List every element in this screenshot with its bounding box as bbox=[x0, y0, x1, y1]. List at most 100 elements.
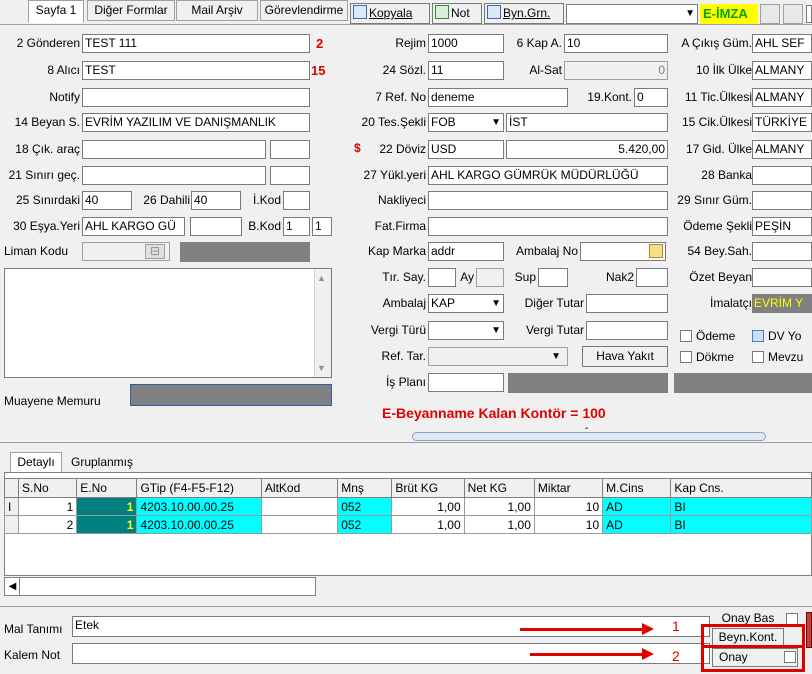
edit-icon[interactable] bbox=[649, 244, 663, 258]
kap-marka-field[interactable]: addr bbox=[428, 242, 504, 261]
grid-cell[interactable]: 10 bbox=[533, 515, 604, 534]
cik-arac-field[interactable] bbox=[82, 140, 266, 159]
imalatci-field[interactable]: EVRİM Y bbox=[752, 294, 812, 313]
grid-header-cell[interactable]: Brüt KG bbox=[391, 478, 465, 498]
sozl-field[interactable]: 11 bbox=[428, 61, 504, 80]
tab-mail-arsiv[interactable]: Mail Arşiv bbox=[176, 0, 258, 21]
grid-hscrollbar[interactable]: ◀ bbox=[4, 577, 316, 596]
alici-field[interactable]: TEST bbox=[82, 61, 310, 80]
dahili-field[interactable]: 40 bbox=[191, 191, 241, 210]
cik-arac-code-field[interactable] bbox=[270, 140, 310, 159]
mal-tanimi-field[interactable]: Etek bbox=[72, 616, 710, 637]
scroll-down-icon[interactable]: ▼ bbox=[317, 363, 326, 373]
scroll-up-icon[interactable]: ▲ bbox=[317, 273, 326, 283]
tab-detayli[interactable]: Detaylı bbox=[10, 452, 62, 472]
sinir-gum-field[interactable] bbox=[752, 191, 812, 210]
ambalaj-no-field[interactable] bbox=[580, 242, 666, 261]
kap-a-field[interactable]: 10 bbox=[564, 34, 668, 53]
bkod-field-2[interactable]: 1 bbox=[312, 217, 332, 236]
hava-yakit-button[interactable]: Hava Yakıt bbox=[582, 346, 668, 367]
panel-splitter[interactable]: ˆ bbox=[412, 427, 766, 441]
ref-tar-select[interactable]: ▼ bbox=[428, 347, 568, 366]
odeme-checkbox[interactable] bbox=[680, 330, 692, 342]
esya-yeri-code-field[interactable] bbox=[190, 217, 242, 236]
notes-scrollbar[interactable]: ▲ ▼ bbox=[314, 269, 331, 377]
gid-ulke-field[interactable]: ALMANY bbox=[752, 140, 812, 159]
bkod-field[interactable]: 1 bbox=[283, 217, 310, 236]
grid-header-cell[interactable]: E.No bbox=[76, 478, 138, 498]
grid-header-cell[interactable]: S.No bbox=[18, 478, 78, 498]
grid-cell[interactable]: BI bbox=[670, 515, 812, 534]
grid-cell[interactable]: 4203.10.00.00.25 bbox=[136, 497, 262, 516]
tes-sekli-place-field[interactable]: İST bbox=[506, 113, 668, 132]
grid-header-cell[interactable]: Net KG bbox=[463, 478, 535, 498]
grid-cell[interactable]: 1,00 bbox=[463, 497, 535, 516]
grid-cell[interactable]: 1,00 bbox=[463, 515, 535, 534]
grid-header-cell[interactable]: Mnş bbox=[337, 478, 393, 498]
grid-cell[interactable]: 052 bbox=[337, 515, 393, 534]
sinir-gec-code-field[interactable] bbox=[270, 166, 310, 185]
banka-field[interactable] bbox=[752, 166, 812, 185]
not-button[interactable]: Not bbox=[432, 3, 482, 24]
doviz-field[interactable]: USD bbox=[428, 140, 504, 159]
kont-field[interactable]: 0 bbox=[634, 88, 668, 107]
toolbar-checkbox[interactable] bbox=[806, 5, 812, 23]
notes-textarea[interactable]: ▲ ▼ bbox=[4, 268, 332, 378]
table-row[interactable]: 2 1 4203.10.00.00.25 052 1,00 1,00 10 AD… bbox=[3, 515, 812, 534]
al-sat-field[interactable]: 0 bbox=[564, 61, 668, 80]
nak2-field[interactable] bbox=[636, 268, 668, 287]
grid-cell[interactable]: 1,00 bbox=[391, 497, 465, 516]
e-imza-button[interactable]: E-İMZA bbox=[700, 4, 758, 24]
grid-cell[interactable]: 1 bbox=[76, 515, 138, 534]
ay-field[interactable] bbox=[476, 268, 504, 287]
cikis-gum-field[interactable]: AHL SEF bbox=[752, 34, 812, 53]
kopyala-button[interactable]: Kopyala bbox=[350, 3, 430, 24]
vergi-tutar-field[interactable] bbox=[586, 321, 668, 340]
grid-cell[interactable]: BI bbox=[670, 497, 812, 516]
nakliyeci-field[interactable] bbox=[428, 191, 668, 210]
grid-header-cell[interactable]: M.Cins bbox=[602, 478, 672, 498]
table-row[interactable]: I 1 1 4203.10.00.00.25 052 1,00 1,00 10 … bbox=[3, 497, 812, 516]
grid-cell[interactable]: 2 bbox=[18, 515, 78, 534]
chevron-up-icon[interactable]: ˆ bbox=[585, 427, 588, 438]
scroll-left-icon[interactable]: ◀ bbox=[6, 578, 20, 595]
vergi-turu-select[interactable]: ▼ bbox=[428, 321, 504, 340]
notify-field[interactable] bbox=[82, 88, 310, 107]
odeme-sekli-field[interactable]: PEŞİN bbox=[752, 217, 812, 236]
grid-cell[interactable]: 1 bbox=[18, 497, 78, 516]
ilk-ulke-field[interactable]: ALMANY bbox=[752, 61, 812, 80]
grid-header-cell[interactable]: AltKod bbox=[260, 478, 339, 498]
sup-field[interactable] bbox=[538, 268, 568, 287]
grid-cell[interactable]: AD bbox=[602, 515, 672, 534]
grid-cell[interactable]: 1,00 bbox=[391, 515, 465, 534]
mevzu-checkbox[interactable] bbox=[752, 351, 764, 363]
grid-header-cell[interactable]: GTip (F4-F5-F12) bbox=[136, 478, 262, 498]
tic-ulke-field[interactable]: ALMANY bbox=[752, 88, 812, 107]
grid-header-cell[interactable]: Kap Cns. bbox=[670, 478, 812, 498]
grid-cell[interactable]: 4203.10.00.00.25 bbox=[136, 515, 262, 534]
yukl-yeri-field[interactable]: AHL KARGO GÜMRÜK MÜDÜRLÜĞÜ bbox=[428, 166, 668, 185]
cik-ulke-field[interactable]: TÜRKİYE bbox=[752, 113, 812, 132]
sinir-gec-field[interactable] bbox=[82, 166, 266, 185]
tab-sayfa-1[interactable]: Sayfa 1 bbox=[28, 0, 84, 23]
diger-tutar-field[interactable] bbox=[586, 294, 668, 313]
tab-gorevlendirme[interactable]: Görevlendirme bbox=[260, 0, 348, 21]
grid-cell[interactable]: AD bbox=[602, 497, 672, 516]
lookup-icon[interactable]: ⊟ bbox=[145, 244, 165, 259]
rejim-field[interactable]: 1000 bbox=[428, 34, 504, 53]
bey-sah-field[interactable] bbox=[752, 242, 812, 261]
tes-sekli-select[interactable]: FOB ▼ bbox=[428, 113, 504, 132]
ambalaj-select[interactable]: KAP ▼ bbox=[428, 294, 504, 313]
grid-header-cell[interactable]: Miktar bbox=[533, 478, 604, 498]
is-plani-field[interactable] bbox=[428, 373, 504, 392]
grid-cell[interactable]: 052 bbox=[337, 497, 393, 516]
gonderen-field[interactable]: TEST 111 bbox=[82, 34, 310, 53]
doviz-amount-field[interactable]: 5.420,00 bbox=[506, 140, 668, 159]
grid-cell[interactable]: 1 bbox=[76, 497, 138, 516]
tab-diger-formlar[interactable]: Diğer Formlar bbox=[87, 0, 175, 21]
toolbar-blank-button-2[interactable] bbox=[783, 4, 803, 24]
tir-say-field[interactable] bbox=[428, 268, 456, 287]
ref-no-field[interactable]: deneme bbox=[428, 88, 568, 107]
grid-cell[interactable] bbox=[260, 515, 339, 534]
toolbar-blank-button[interactable] bbox=[760, 4, 780, 24]
